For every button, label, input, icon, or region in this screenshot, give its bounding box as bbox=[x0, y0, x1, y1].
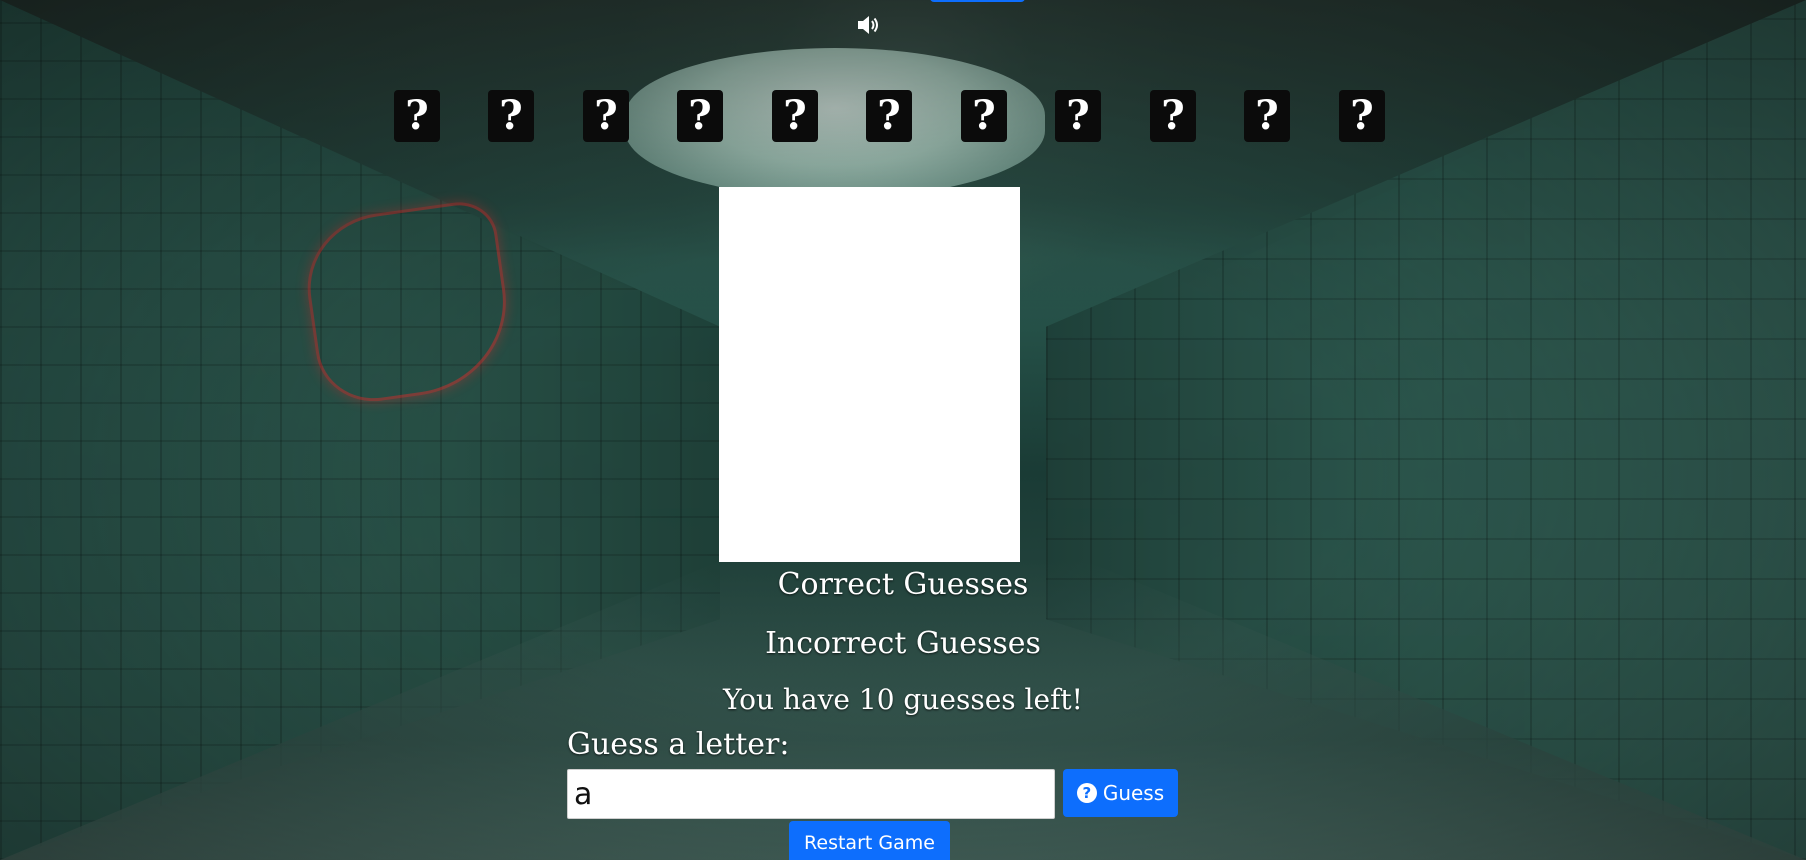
guess-button[interactable]: ? Guess bbox=[1063, 769, 1178, 817]
hangman-drawing-area bbox=[719, 187, 1020, 562]
letter-tile: ? bbox=[677, 90, 723, 142]
guesses-left-status: You have 10 guesses left! bbox=[0, 683, 1806, 716]
letter-tile: ? bbox=[772, 90, 818, 142]
letter-tile: ? bbox=[394, 90, 440, 142]
top-tab[interactable] bbox=[930, 0, 1025, 2]
guess-letter-input[interactable] bbox=[567, 769, 1055, 819]
incorrect-guesses-label: Incorrect Guesses bbox=[765, 626, 1041, 661]
correct-guesses-label: Correct Guesses bbox=[777, 567, 1029, 602]
sound-toggle-button[interactable] bbox=[855, 12, 881, 38]
letter-tile: ? bbox=[866, 90, 912, 142]
letter-tile: ? bbox=[583, 90, 629, 142]
neon-sign bbox=[298, 197, 518, 409]
guesses-left-text: You have 10 guesses left! bbox=[723, 683, 1083, 716]
incorrect-guesses-heading: Incorrect Guesses bbox=[0, 626, 1806, 661]
restart-game-button[interactable]: Restart Game bbox=[789, 821, 950, 860]
letter-tile: ? bbox=[488, 90, 534, 142]
letter-tile: ? bbox=[961, 90, 1007, 142]
letter-tile: ? bbox=[1150, 90, 1196, 142]
letter-tile: ? bbox=[1244, 90, 1290, 142]
guess-button-label: Guess bbox=[1102, 781, 1165, 805]
question-circle-icon: ? bbox=[1076, 783, 1097, 803]
letter-tile: ? bbox=[1339, 90, 1385, 142]
correct-guesses-heading: Correct Guesses bbox=[0, 567, 1806, 602]
letter-tile: ? bbox=[1055, 90, 1101, 142]
speaker-icon bbox=[858, 16, 878, 34]
word-tiles: ? ? ? ? ? ? ? ? ? ? ? bbox=[394, 90, 1394, 142]
guess-letter-label: Guess a letter: bbox=[567, 727, 790, 762]
